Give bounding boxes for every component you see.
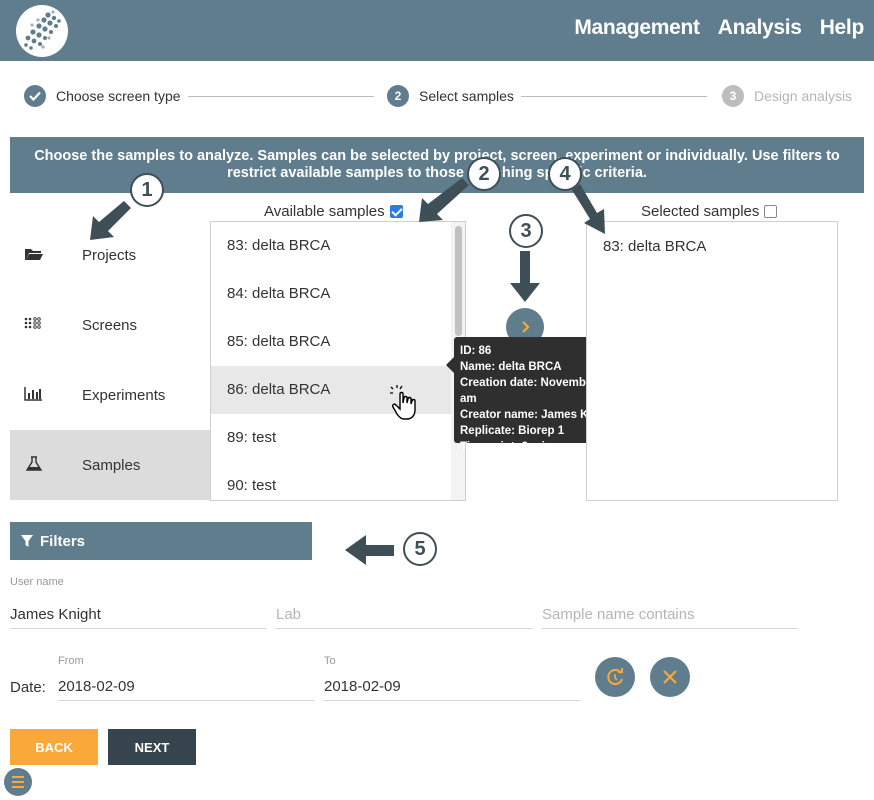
- check-icon: [24, 85, 46, 107]
- date-to-label: To: [324, 655, 336, 667]
- close-icon: [663, 670, 677, 684]
- app-logo[interactable]: [16, 5, 68, 57]
- arrow-3-icon: [510, 251, 540, 302]
- sidebar-item-experiments[interactable]: Experiments: [10, 360, 210, 430]
- date-to-field[interactable]: To 2018-02-09: [324, 655, 580, 701]
- banner-line-1: Choose the samples to analyze. Samples c…: [34, 148, 840, 164]
- date-from-value: 2018-02-09: [58, 678, 135, 695]
- annotation-badge-5: 5: [403, 532, 437, 566]
- sidebar-item-label: Samples: [82, 456, 141, 474]
- selected-samples-header: Selected samples: [641, 203, 778, 220]
- folder-open-icon: [25, 249, 43, 260]
- selected-samples-title: Selected samples: [641, 203, 760, 220]
- selection-mode-sidebar: Projects Screens Experiments Samples: [10, 220, 210, 500]
- list-item[interactable]: 83: delta BRCA: [211, 222, 452, 270]
- selected-select-all-checkbox[interactable]: [764, 205, 778, 218]
- sample-name-placeholder: Sample name contains: [542, 606, 695, 623]
- selected-samples-list[interactable]: 83: delta BRCA: [586, 221, 838, 501]
- flask-icon: [25, 456, 43, 471]
- annotation-badge-1: 1: [130, 173, 164, 207]
- list-item[interactable]: 83: delta BRCA: [587, 222, 837, 255]
- step-label: Choose screen type: [56, 88, 181, 104]
- next-button[interactable]: NEXT: [108, 729, 196, 765]
- sidebar-item-screens[interactable]: Screens: [10, 290, 210, 360]
- annotation-badge-2: 2: [467, 157, 501, 191]
- wizard-stepper: Choose screen type 2 Select samples 3 De…: [24, 85, 854, 109]
- sidebar-item-samples[interactable]: Samples: [10, 430, 210, 500]
- available-samples-header: Available samples: [264, 203, 403, 220]
- clear-filters-button[interactable]: [650, 657, 690, 697]
- available-samples-title: Available samples: [264, 203, 385, 220]
- date-from-label: From: [58, 655, 84, 667]
- step-select-samples[interactable]: 2 Select samples: [387, 85, 514, 107]
- step-connector: [188, 96, 374, 97]
- annotation-badge-3: 3: [509, 214, 543, 248]
- step-choose-screen-type[interactable]: Choose screen type: [24, 85, 181, 107]
- available-samples-list[interactable]: 83: delta BRCA 84: delta BRCA 85: delta …: [210, 221, 466, 501]
- filter-icon: [21, 535, 33, 547]
- list-item[interactable]: 84: delta BRCA: [211, 270, 452, 318]
- scrollbar-thumb[interactable]: [455, 226, 462, 336]
- refresh-icon: [607, 668, 623, 686]
- lab-field[interactable]: Lab: [276, 602, 532, 629]
- menu-icon: [12, 776, 24, 788]
- step-design-analysis: 3 Design analysis: [722, 85, 852, 107]
- annotation-badge-4: 4: [548, 157, 582, 191]
- date-from-field[interactable]: From 2018-02-09: [58, 655, 314, 701]
- reset-filters-button[interactable]: [595, 657, 635, 697]
- user-name-value: James Knight: [10, 606, 101, 623]
- menu-button[interactable]: [4, 768, 32, 796]
- user-name-field[interactable]: User name James Knight: [10, 576, 266, 629]
- hand-pointer-icon: [390, 385, 416, 420]
- user-name-label: User name: [10, 576, 64, 588]
- bar-chart-icon: [24, 387, 42, 401]
- screen-grid-icon: [24, 317, 41, 329]
- arrow-5-icon: [345, 535, 394, 565]
- list-item[interactable]: 90: test: [211, 462, 452, 500]
- filters-toggle-button[interactable]: Filters: [10, 522, 312, 560]
- list-item[interactable]: 85: delta BRCA: [211, 318, 452, 366]
- back-button[interactable]: BACK: [10, 729, 98, 765]
- step-number: 3: [722, 85, 744, 107]
- date-label: Date:: [10, 679, 46, 696]
- nav-management[interactable]: Management: [574, 16, 700, 40]
- sidebar-item-label: Experiments: [82, 386, 166, 404]
- step-connector: [521, 96, 707, 97]
- nav-analysis[interactable]: Analysis: [718, 16, 802, 40]
- sidebar-item-label: Screens: [82, 316, 138, 334]
- main-nav: Management Analysis Help: [574, 16, 864, 40]
- step-label: Select samples: [419, 88, 514, 104]
- filters-label: Filters: [40, 532, 86, 550]
- top-navbar: Management Analysis Help: [0, 0, 874, 61]
- available-select-all-checkbox[interactable]: [389, 205, 403, 218]
- sidebar-item-label: Projects: [82, 246, 137, 264]
- step-number: 2: [387, 85, 409, 107]
- nav-help[interactable]: Help: [820, 16, 865, 40]
- lab-placeholder: Lab: [276, 606, 302, 623]
- date-to-value: 2018-02-09: [324, 678, 401, 695]
- sample-name-field[interactable]: Sample name contains: [542, 602, 798, 629]
- sidebar-item-projects[interactable]: Projects: [10, 220, 210, 290]
- step-label: Design analysis: [754, 88, 853, 104]
- logo-icon: [24, 10, 61, 50]
